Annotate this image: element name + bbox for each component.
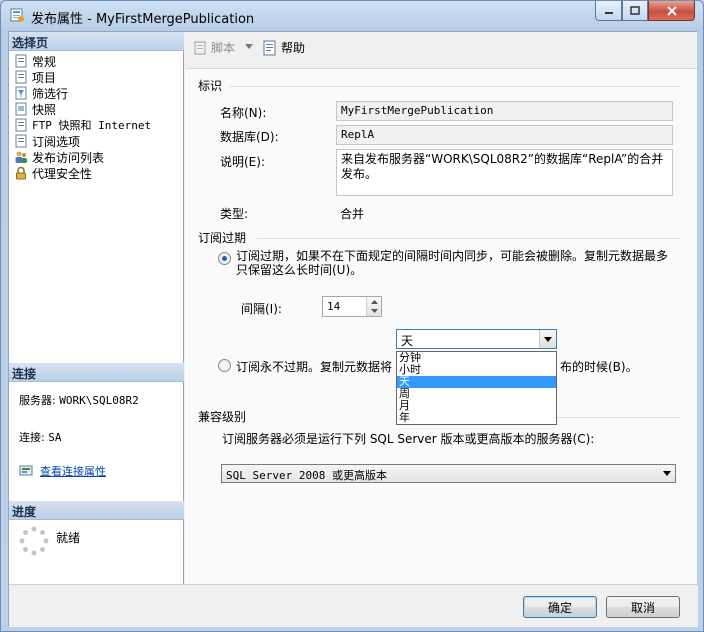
cancel-button[interactable]: 取消 [606, 596, 680, 618]
view-connection-properties-link[interactable]: 查看连接属性 [19, 463, 106, 479]
subscriptions-expire-label[interactable]: 订阅过期，如果不在下面规定的间隔时间内同步，可能会被删除。复制元数据最多只保留这… [236, 249, 676, 277]
type-label: 类型: [220, 207, 249, 221]
lock-icon [16, 166, 26, 180]
interval-unit-combo[interactable]: 天 [396, 329, 557, 349]
script-dropdown-button[interactable] [245, 44, 253, 49]
spin-down-icon[interactable] [367, 307, 382, 316]
connection-properties-icon [19, 465, 33, 476]
page-icon [15, 54, 27, 68]
page-item-subscription-options[interactable]: 订阅选项 [14, 133, 80, 149]
page-item-filter-rows[interactable]: 筛选行 [14, 85, 68, 101]
interval-label: 间隔(I): [241, 302, 282, 316]
title-bar[interactable]: 发布属性 - MyFirstMergePublication [1, 1, 703, 31]
interval-unit-dropdown-button[interactable] [539, 330, 556, 348]
compatibility-group-line [557, 417, 680, 418]
interval-spinner[interactable]: 14 [322, 296, 382, 317]
progress-status: 就绪 [56, 531, 81, 545]
compatibility-dropdown-button[interactable] [658, 465, 675, 482]
chevron-down-icon [662, 471, 671, 476]
interval-value[interactable]: 14 [327, 300, 340, 313]
unit-option-month[interactable]: 月 [397, 400, 556, 412]
page-icon [15, 86, 27, 100]
unit-option-week[interactable]: 周 [397, 388, 556, 400]
page-item-articles[interactable]: 项目 [14, 69, 56, 85]
description-label: 说明(E): [220, 155, 265, 169]
right-pane: 脚本 帮助 标识 名称(N): MyFirstMergePublication … [185, 32, 697, 584]
page-icon [15, 70, 27, 84]
users-icon [15, 151, 27, 163]
maximize-button[interactable] [622, 1, 648, 21]
database-field[interactable]: ReplA [336, 125, 673, 145]
name-label: 名称(N): [220, 106, 267, 120]
server-info: 服务器: WORK\SQL08R2 [19, 394, 139, 407]
interval-unit-selected: 天 [401, 334, 414, 348]
toolbar: 脚本 帮助 [185, 32, 697, 62]
page-item-snapshot[interactable]: 快照 [14, 101, 56, 117]
dialog-client: 选择页 常规 项目 筛选行 快照 FTP 快照和 Internet 订阅选项 发… [8, 31, 698, 627]
unit-option-year[interactable]: 年 [397, 412, 556, 424]
minimize-icon [604, 11, 613, 14]
help-button[interactable]: 帮助 [262, 39, 305, 56]
description-field[interactable]: 来自发布服务器“WORK\SQL08R2”的数据库“ReplA”的合并发布。 [336, 149, 673, 196]
page-icon [15, 118, 27, 132]
script-icon [194, 41, 206, 54]
chevron-down-icon [245, 44, 253, 49]
unit-option-day[interactable]: 天 [397, 376, 556, 388]
script-button[interactable]: 脚本 [193, 39, 235, 56]
close-icon [666, 5, 677, 16]
expiration-group-line [257, 238, 680, 239]
subscriptions-expire-radio[interactable] [218, 252, 231, 265]
compatibility-level-selected: SQL Server 2008 或更高版本 [226, 469, 387, 482]
left-pane: 选择页 常规 项目 筛选行 快照 FTP 快照和 Internet 订阅选项 发… [9, 32, 184, 584]
minimize-button[interactable] [595, 1, 622, 21]
page-item-publication-access-list[interactable]: 发布访问列表 [14, 149, 104, 165]
select-page-header: 选择页 [9, 32, 184, 51]
spin-up-icon[interactable] [367, 297, 382, 306]
compatibility-level-combo[interactable]: SQL Server 2008 或更高版本 [221, 464, 676, 483]
button-bar: 确定 取消 [9, 584, 698, 627]
interval-unit-dropdown-list[interactable]: 分钟 小时 天 周 月 年 [396, 351, 557, 425]
help-icon [263, 40, 276, 55]
subscriptions-never-expire-label-tail[interactable]: 布的时候(B)。 [560, 358, 638, 375]
compatibility-group-title: 兼容级别 [198, 410, 247, 424]
publication-icon [10, 8, 24, 22]
expiration-group-title: 订阅过期 [198, 231, 247, 245]
interval-spin-buttons[interactable] [366, 297, 381, 316]
dialog-window: 发布属性 - MyFirstMergePublication 选择页 常规 项目 [0, 0, 704, 632]
name-field[interactable]: MyFirstMergePublication [336, 101, 673, 121]
ok-button[interactable]: 确定 [523, 596, 597, 618]
type-value: 合并 [340, 207, 365, 221]
identity-group-line [230, 86, 680, 87]
page-item-ftp-snapshot[interactable]: FTP 快照和 Internet [14, 117, 151, 133]
window-title: 发布属性 - MyFirstMergePublication [31, 12, 255, 27]
general-page-content: 标识 名称(N): MyFirstMergePublication 数据库(D)… [185, 68, 697, 584]
page-item-general[interactable]: 常规 [14, 53, 56, 69]
close-button[interactable] [648, 1, 695, 21]
progress-spinner-icon [19, 526, 49, 556]
progress-header: 进度 [9, 501, 184, 520]
page-icon [15, 134, 27, 148]
subscriptions-never-expire-radio[interactable] [218, 359, 231, 372]
identity-group-title: 标识 [198, 79, 223, 93]
page-icon [15, 102, 27, 116]
page-item-agent-security[interactable]: 代理安全性 [14, 165, 92, 181]
connection-info: 连接: SA [19, 431, 62, 444]
chevron-down-icon [544, 336, 552, 342]
compatibility-description: 订阅服务器必须是运行下列 SQL Server 版本或更高版本的服务器(C): [222, 432, 595, 446]
unit-option-hour[interactable]: 小时 [397, 364, 556, 376]
database-label: 数据库(D): [220, 130, 279, 144]
connection-header: 连接 [9, 363, 184, 382]
maximize-icon [630, 6, 640, 15]
subscriptions-never-expire-label[interactable]: 订阅永不过期。复制元数据将 [236, 358, 392, 375]
